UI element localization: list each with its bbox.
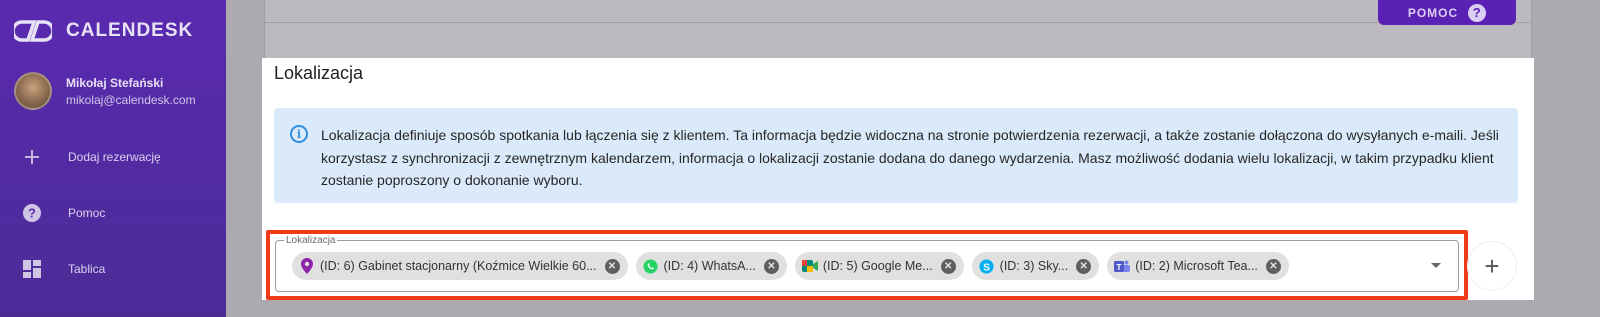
sidebar-item-dashboard[interactable]: Tablica [22,259,105,279]
brand[interactable]: CALENDESK [14,18,193,44]
chip-label: (ID: 3) Sky... [999,259,1069,273]
location-chip[interactable]: (ID: 5) Google Me... ✕ [794,252,964,280]
chip-label: (ID: 6) Gabinet stacjonarny (Koźmice Wie… [320,259,597,273]
sidebar-item-help[interactable]: ? Pomoc [22,203,105,223]
help-button[interactable]: POMOC ? [1378,0,1516,25]
close-icon[interactable]: ✕ [604,258,620,274]
close-icon[interactable]: ✕ [940,258,956,274]
microsoft-teams-icon: T [1114,258,1131,274]
calendesk-logo-icon [14,20,52,42]
help-circle-icon: ? [22,203,42,223]
info-icon: i [290,125,308,143]
dialog-title: Lokalizacja [274,63,364,83]
location-chip[interactable]: S (ID: 3) Sky... ✕ [971,252,1100,280]
info-text: Lokalizacja definiuje sposób spotkania l… [321,127,1499,188]
plus-icon [22,147,42,167]
chip-label: (ID: 4) WhatsA... [663,259,756,273]
add-location-button[interactable]: + [1467,241,1517,291]
help-button-label: POMOC [1407,5,1459,20]
dashboard-icon [22,259,42,279]
skype-icon: S [979,258,995,274]
location-chip[interactable]: (ID: 6) Gabinet stacjonarny (Koźmice Wie… [292,252,628,280]
divider [264,22,1532,23]
whatsapp-icon [643,258,659,274]
svg-text:?: ? [28,206,36,221]
chip-label: (ID: 5) Google Me... [822,259,933,273]
chip-label: (ID: 2) Microsoft Tea... [1135,259,1258,273]
location-chip[interactable]: T (ID: 2) Microsoft Tea... ✕ [1107,252,1289,280]
background-card [264,0,1532,58]
close-icon[interactable]: ✕ [1076,258,1092,274]
sidebar: CALENDESK Mikołaj Stefański mikolaj@cale… [0,0,226,317]
location-field-label: Lokalizacja [284,235,338,246]
sidebar-item-label: Dodaj rezerwację [68,150,161,164]
user-profile[interactable]: Mikołaj Stefański mikolaj@calendesk.com [14,72,196,110]
svg-text:S: S [983,262,990,273]
sidebar-item-label: Tablica [68,262,106,276]
user-name: Mikołaj Stefański [66,75,164,90]
info-alert: i Lokalizacja definiuje sposób spotkania… [274,108,1518,203]
close-icon[interactable]: ✕ [1265,258,1281,274]
close-icon[interactable]: ✕ [763,258,779,274]
sidebar-item-add-booking[interactable]: Dodaj rezerwację [22,147,161,167]
user-email: mikolaj@calendesk.com [66,92,196,107]
avatar [14,72,52,110]
brand-name: CALENDESK [66,20,194,41]
location-chip[interactable]: (ID: 4) WhatsA... ✕ [635,252,787,280]
question-icon: ? [1468,3,1487,22]
chevron-down-icon[interactable] [1431,263,1441,268]
google-meet-icon [801,258,818,274]
location-pin-icon [299,258,315,274]
sidebar-item-label: Pomoc [68,206,106,220]
svg-text:T: T [1117,262,1123,272]
location-chips: (ID: 6) Gabinet stacjonarny (Koźmice Wie… [292,252,1289,280]
